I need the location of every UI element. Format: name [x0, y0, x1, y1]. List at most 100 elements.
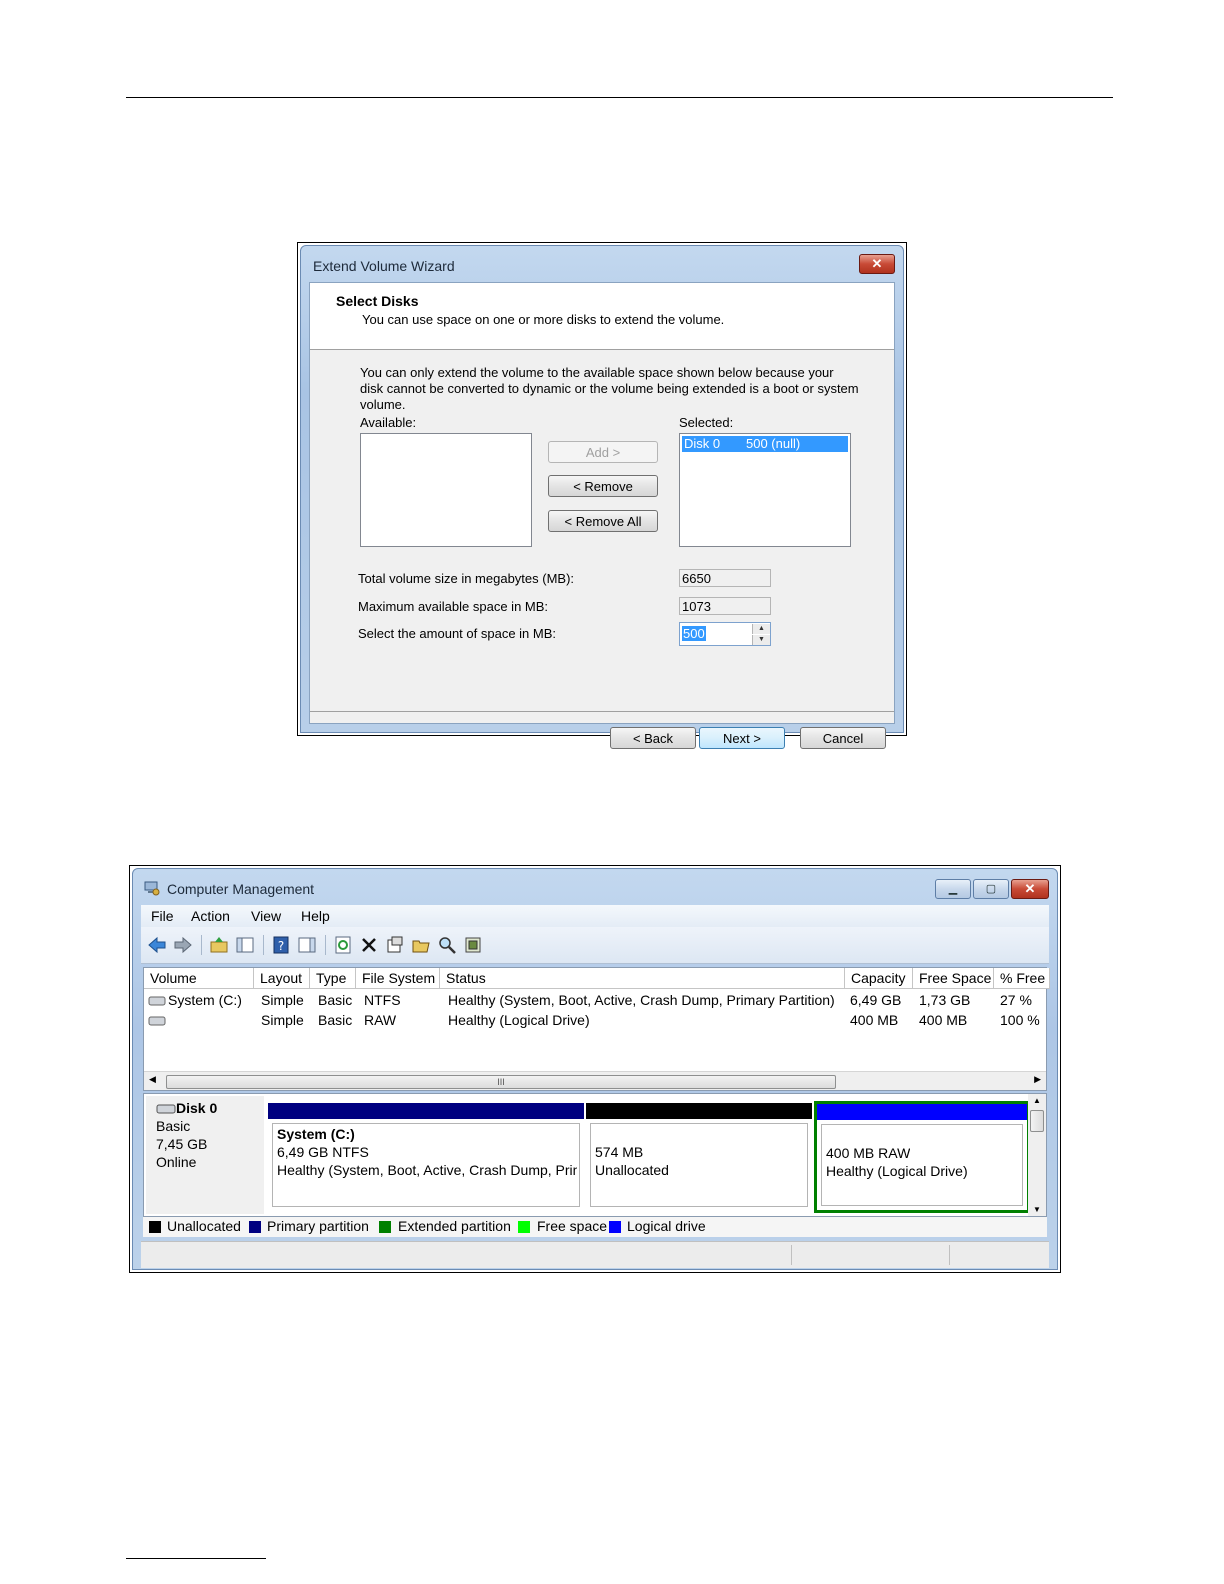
show-action-pane-icon[interactable]	[297, 935, 317, 955]
partition-body: 400 MB RAW Healthy (Logical Drive)	[821, 1124, 1023, 1206]
add-button[interactable]: Add >	[548, 441, 658, 463]
wizard-header: Select Disks You can use space on one or…	[310, 283, 894, 350]
volume-list[interactable]: Volume Layout Type File System Status Ca…	[143, 967, 1050, 1091]
close-button[interactable]: ✕	[859, 254, 895, 274]
column-header-type[interactable]: Type	[310, 968, 356, 989]
remove-button[interactable]: < Remove	[548, 475, 658, 497]
horizontal-scrollbar[interactable]: ◀ III ▶	[144, 1071, 1046, 1090]
top-rule	[126, 97, 1113, 98]
vertical-scrollbar[interactable]: ▲ ▼	[1028, 1094, 1046, 1216]
cm-title: Computer Management	[167, 881, 315, 897]
cancel-button[interactable]: Cancel	[800, 727, 886, 749]
back-button[interactable]: < Back	[610, 727, 696, 749]
footnote-rule	[126, 1558, 266, 1559]
horizontal-scroll-thumb[interactable]: III	[166, 1075, 836, 1089]
column-header-free-space[interactable]: Free Space	[913, 968, 994, 989]
disk-state: Online	[156, 1154, 197, 1170]
up-folder-icon[interactable]	[209, 935, 229, 955]
svg-text:?: ?	[278, 939, 284, 953]
column-header-capacity[interactable]: Capacity	[845, 968, 913, 989]
show-hide-tree-icon[interactable]	[235, 935, 255, 955]
toolbar-separator	[201, 935, 202, 955]
wizard-window: Extend Volume Wizard ✕ Select Disks You …	[300, 245, 904, 749]
select-space-label: Select the amount of space in MB:	[358, 626, 556, 641]
disk-type: Basic	[156, 1118, 191, 1134]
column-header-status[interactable]: Status	[440, 968, 845, 989]
cell-type: Basic	[318, 1012, 353, 1028]
legend-swatch-extended	[379, 1221, 391, 1233]
select-space-value[interactable]: 500	[682, 626, 706, 641]
scroll-right-icon[interactable]: ▶	[1034, 1074, 1041, 1085]
scroll-down-icon[interactable]: ▼	[1033, 1205, 1041, 1214]
scroll-left-icon[interactable]: ◀	[149, 1074, 156, 1085]
cm-close-button[interactable]: ✕	[1011, 879, 1049, 899]
legend-label: Logical drive	[627, 1218, 706, 1234]
cell-status: Healthy (System, Boot, Active, Crash Dum…	[448, 992, 835, 1008]
menu-file[interactable]: File	[151, 908, 174, 924]
column-header-file-system[interactable]: File System	[356, 968, 440, 989]
partition-unallocated[interactable]: 574 MB Unallocated	[586, 1103, 812, 1211]
column-header-volume[interactable]: Volume	[144, 968, 254, 989]
max-space-label: Maximum available space in MB:	[358, 599, 549, 614]
partition-bar	[268, 1103, 584, 1119]
selected-list-item[interactable]: Disk 0 500 (null)	[682, 436, 848, 452]
vertical-scroll-thumb[interactable]	[1030, 1110, 1044, 1132]
remove-all-button[interactable]: < Remove All	[548, 510, 658, 532]
toolbar-separator	[325, 935, 326, 955]
open-folder-icon[interactable]	[411, 935, 431, 955]
cm-window: Computer Management ▁ ▢ ✕ File Action Vi…	[132, 868, 1058, 1270]
disk-icon	[156, 1104, 176, 1114]
table-row[interactable]: Simple Basic RAW Healthy (Logical Drive)…	[144, 1012, 1046, 1032]
partition-body: System (C:) 6,49 GB NTFS Healthy (System…	[272, 1123, 580, 1207]
minimize-icon: ▁	[948, 883, 958, 895]
selected-size: 500 (null)	[746, 436, 801, 451]
delete-icon[interactable]	[359, 935, 379, 955]
menu-view[interactable]: View	[251, 908, 281, 924]
menu-help[interactable]: Help	[301, 908, 330, 924]
spin-up-icon[interactable]: ▲	[752, 624, 770, 634]
selected-list[interactable]: Disk 0 500 (null)	[679, 433, 851, 547]
partition-size: 400 MB RAW	[826, 1145, 911, 1161]
next-button[interactable]: Next >	[699, 727, 785, 749]
properties-icon[interactable]	[385, 935, 405, 955]
back-arrow-icon[interactable]	[147, 935, 167, 955]
table-row[interactable]: System (C:) Simple Basic NTFS Healthy (S…	[144, 992, 1046, 1012]
legend-swatch-primary	[249, 1221, 261, 1233]
total-size-label: Total volume size in megabytes (MB):	[358, 571, 575, 586]
cell-layout: Simple	[261, 992, 304, 1008]
partition-logical-drive[interactable]: 400 MB RAW Healthy (Logical Drive)	[814, 1101, 1030, 1213]
forward-arrow-icon[interactable]	[173, 935, 193, 955]
disk-info[interactable]: Disk 0 Basic 7,45 GB Online	[146, 1096, 264, 1214]
maximize-button[interactable]: ▢	[973, 879, 1009, 899]
partition-size: 6,49 GB NTFS	[277, 1144, 369, 1160]
column-header-percent-free[interactable]: % Free	[994, 968, 1050, 989]
legend-swatch-free-space	[518, 1221, 530, 1233]
legend-label: Primary partition	[267, 1218, 369, 1234]
available-list[interactable]	[360, 433, 532, 547]
max-space-field: 1073	[679, 597, 771, 615]
menu-action[interactable]: Action	[191, 908, 230, 924]
legend-label: Free space	[537, 1218, 608, 1234]
cell-free-space: 400 MB	[919, 1012, 968, 1028]
refresh-icon[interactable]	[333, 935, 353, 955]
help-icon[interactable]: ?	[271, 935, 291, 955]
select-space-spinner[interactable]: 500 ▲ ▼	[679, 622, 771, 646]
spin-down-icon[interactable]: ▼	[752, 635, 770, 645]
status-bar	[141, 1241, 1049, 1268]
partition-system[interactable]: System (C:) 6,49 GB NTFS Healthy (System…	[268, 1103, 584, 1211]
search-icon[interactable]	[437, 935, 457, 955]
cell-volume: System (C:)	[168, 992, 242, 1008]
maximize-icon: ▢	[985, 883, 997, 895]
available-label: Available:	[360, 415, 417, 430]
partition-bar	[817, 1104, 1027, 1120]
minimize-button[interactable]: ▁	[935, 879, 971, 899]
scroll-up-icon[interactable]: ▲	[1033, 1096, 1041, 1105]
legend-swatch-logical	[609, 1221, 621, 1233]
selected-disk: Disk 0	[684, 436, 721, 451]
cell-percent-free: 27 %	[1000, 992, 1032, 1008]
legend-label: Unallocated	[167, 1218, 241, 1234]
column-header-layout[interactable]: Layout	[254, 968, 310, 989]
total-size-field: 6650	[679, 569, 771, 587]
settings-icon[interactable]	[463, 935, 483, 955]
cell-file-system: RAW	[364, 1012, 397, 1028]
